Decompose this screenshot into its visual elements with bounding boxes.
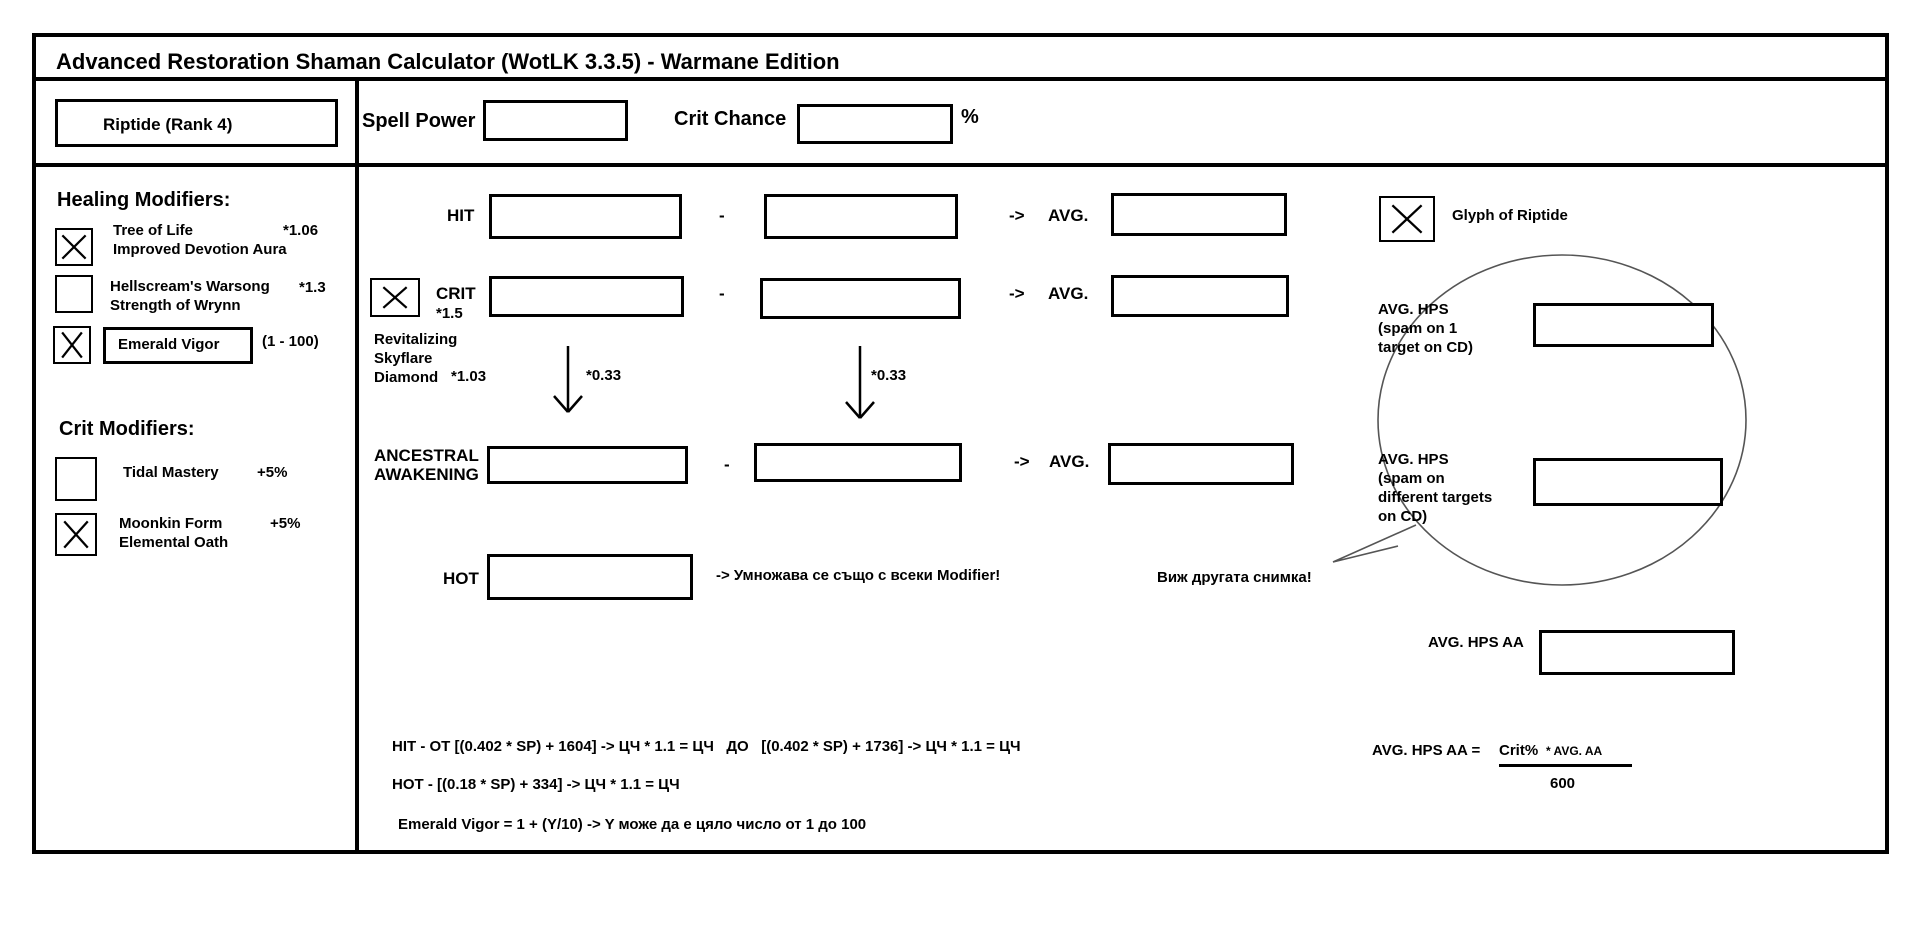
x-mark-icon (61, 234, 87, 260)
ancestral-max-output (754, 443, 962, 482)
hit-max-output (764, 194, 958, 239)
hit-dash: - (719, 206, 725, 225)
hps-multi-line1: AVG. HPS (1378, 451, 1449, 468)
emerald-vigor-field[interactable]: Emerald Vigor (103, 327, 253, 364)
hot-formula: HOT - [(0.18 * SP) + 334] -> ЦЧ * 1.1 = … (392, 776, 680, 793)
hps-single-line3: target on CD) (1378, 339, 1473, 356)
tidal-mastery-label: Tidal Mastery (123, 464, 219, 481)
crit-checkbox[interactable] (370, 278, 420, 317)
emerald-vigor-label: Emerald Vigor (118, 336, 220, 353)
page-title: Advanced Restoration Shaman Calculator (… (56, 49, 840, 74)
header-divider (32, 163, 1889, 167)
crit-avg-label: AVG. (1048, 284, 1089, 303)
sidebar-divider (355, 77, 359, 854)
emerald-vigor-range: (1 - 100) (262, 333, 319, 350)
spell-select[interactable]: Riptide (Rank 4) (55, 99, 338, 147)
hit-avg-output (1111, 193, 1287, 236)
improved-devotion-aura-label: Improved Devotion Aura (113, 241, 287, 258)
ancestral-min-output (487, 446, 688, 484)
hit-arrow: -> (1009, 206, 1025, 225)
tidal-mastery-checkbox[interactable] (55, 457, 97, 501)
emerald-vigor-checkbox[interactable] (53, 326, 91, 364)
callout-note: Виж другата снимка! (1157, 569, 1312, 586)
hps-aa-label: AVG. HPS AA (1428, 634, 1524, 651)
hellscream-warsong-checkbox[interactable] (55, 275, 93, 313)
x-mark-icon (61, 331, 83, 359)
hit-avg-label: AVG. (1048, 206, 1089, 225)
tidal-mastery-bonus: +5% (257, 464, 288, 481)
crit-min-output (489, 276, 684, 317)
crit-arrow: -> (1009, 284, 1025, 303)
crit-chance-input[interactable] (797, 104, 953, 144)
percent-sign: % (961, 106, 979, 128)
hps-single-line2: (spam on 1 (1378, 320, 1458, 337)
x-mark-icon (1391, 204, 1423, 234)
moonkin-form-checkbox[interactable] (55, 513, 97, 556)
hps-single-output (1533, 303, 1714, 347)
arrow-down-icon (553, 346, 583, 413)
aa-formula-lhs: AVG. HPS AA = (1372, 742, 1481, 759)
crit-chance-label: Crit Chance (674, 108, 787, 130)
aa-formula-num-a: Crit% (1499, 742, 1539, 759)
healing-modifiers-heading: Healing Modifiers: (57, 189, 231, 211)
fraction-bar (1499, 764, 1632, 767)
crit-avg-output (1111, 275, 1289, 317)
hps-multi-line3: different targets (1378, 489, 1493, 506)
elemental-oath-label: Elemental Oath (119, 534, 229, 551)
ancestral-label-line1: ANCESTRAL (374, 446, 479, 465)
hps-aa-output (1539, 630, 1735, 675)
hit-formula: HIT - ОТ [(0.402 * SP) + 1604] -> ЦЧ * 1… (392, 738, 1021, 755)
crit-max-output (760, 278, 961, 319)
ancestral-dash: - (724, 455, 730, 474)
aa-formula-num-b: * AVG. AA (1546, 744, 1603, 758)
hot-label: HOT (443, 569, 479, 588)
tree-of-life-label: Tree of Life (113, 222, 194, 239)
ancestral-arrow: -> (1014, 452, 1030, 471)
tree-of-life-checkbox[interactable] (55, 228, 93, 266)
hps-callout-bubble (1332, 254, 1747, 586)
emerald-vigor-formula: Emerald Vigor = 1 + (Y/10) -> Y може да … (398, 816, 867, 833)
hps-multi-line4: on CD) (1378, 508, 1428, 525)
ancestral-label-line2: AWAKENING (374, 465, 479, 484)
hot-output (487, 554, 693, 600)
factor-left: *0.33 (586, 367, 622, 384)
x-mark-icon (63, 520, 89, 549)
aa-formula-den: 600 (1550, 775, 1576, 792)
spell-power-label: Spell Power (362, 110, 476, 132)
hps-multi-line2: (spam on (1378, 470, 1445, 487)
crit-multiplier: *1.5 (436, 305, 463, 322)
crit-modifiers-heading: Crit Modifiers: (59, 418, 195, 440)
spell-power-input[interactable] (483, 100, 628, 141)
x-mark-icon (382, 286, 408, 309)
moonkin-bonus: +5% (270, 515, 301, 532)
glyph-label: Glyph of Riptide (1452, 207, 1568, 224)
moonkin-form-label: Moonkin Form (119, 515, 223, 532)
crit-label: CRIT (436, 284, 476, 303)
strength-of-wrynn-label: Strength of Wrynn (110, 297, 241, 314)
title-divider (32, 77, 1889, 81)
hellscream-multiplier: *1.3 (299, 279, 326, 296)
hit-min-output (489, 194, 682, 239)
hot-note: -> Умножава се също с всеки Modifier! (716, 567, 1001, 584)
spell-select-value: Riptide (Rank 4) (103, 115, 233, 134)
ancestral-avg-label: AVG. (1049, 452, 1090, 471)
factor-right: *0.33 (871, 367, 907, 384)
hps-single-line1: AVG. HPS (1378, 301, 1449, 318)
tree-of-life-multiplier: *1.06 (283, 222, 319, 239)
crit-dash: - (719, 284, 725, 303)
hit-label: HIT (447, 206, 475, 225)
ancestral-avg-output (1108, 443, 1294, 485)
hps-multi-output (1533, 458, 1723, 506)
meta-gem-multiplier: *1.03 (451, 368, 487, 385)
hellscream-warsong-label: Hellscream's Warsong (110, 278, 270, 295)
